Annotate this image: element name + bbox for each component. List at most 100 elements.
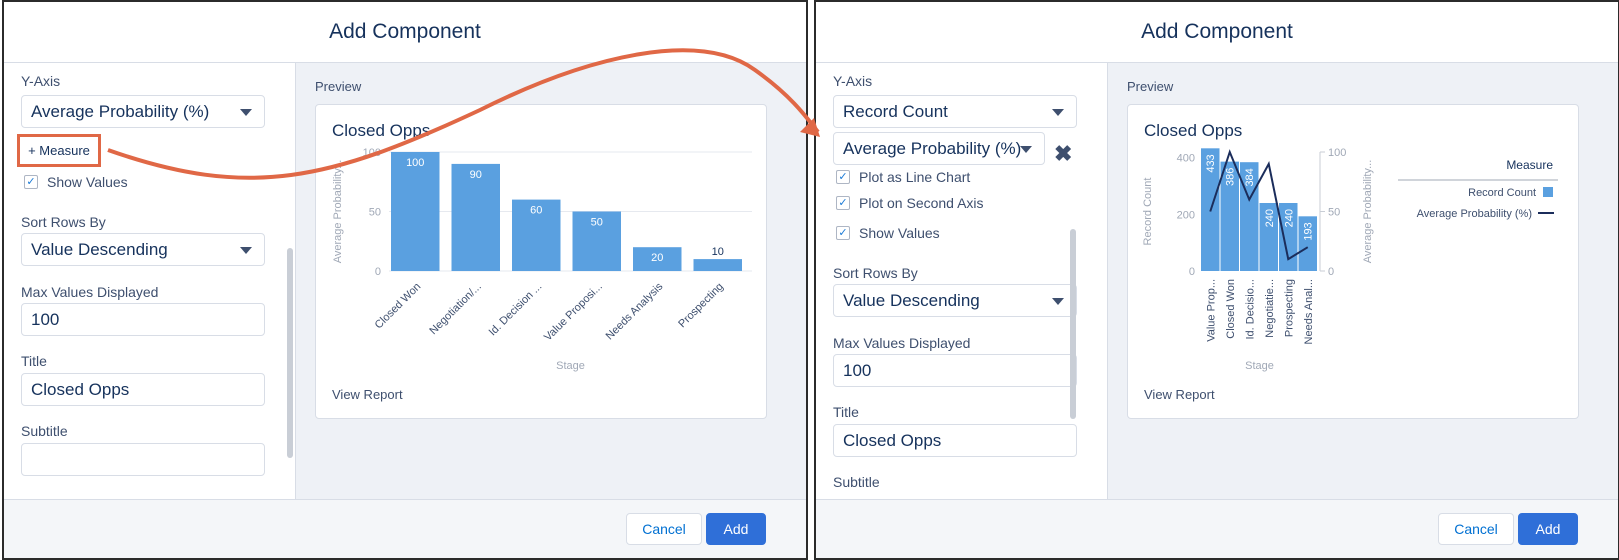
max-values-label: Max Values Displayed xyxy=(21,284,159,300)
bar-value-label: 240 xyxy=(1283,209,1295,227)
preview-card: Closed Opps 0 50 100 100 Closed Won 90 Negotia… xyxy=(315,104,767,419)
max-values-input[interactable]: 100 xyxy=(833,354,1077,387)
bar-value-label: 193 xyxy=(1303,222,1315,240)
show-values-checkbox[interactable]: ✓ Show Values xyxy=(836,225,940,241)
show-values-label: Show Values xyxy=(859,225,940,241)
bar-value-label: 10 xyxy=(712,246,724,258)
chevron-down-icon xyxy=(240,109,252,116)
dialog-title: Add Component xyxy=(816,2,1618,63)
x-tick-label: Needs Analysis xyxy=(604,280,666,342)
second-measure-value: Average Probability (%) xyxy=(843,138,1022,158)
second-measure-select[interactable]: Average Probability (%) xyxy=(833,132,1045,165)
view-report-link[interactable]: View Report xyxy=(1144,387,1215,402)
sort-rows-value: Value Descending xyxy=(31,239,168,259)
y-axis-select[interactable]: Average Probability (%) xyxy=(21,95,265,128)
bar xyxy=(391,152,440,271)
y2-axis-title: Average Probability... xyxy=(1362,160,1374,264)
y-axis-value: Average Probability (%) xyxy=(31,101,210,121)
checkbox-checked-icon: ✓ xyxy=(836,226,850,240)
y-axis-title: Average Probability... xyxy=(332,160,344,264)
bar-value-label: 386 xyxy=(1225,168,1237,186)
preview-card: Closed Opps 0 200 400 0 50 100 433 Value Prop..… xyxy=(1127,104,1579,419)
sort-rows-label: Sort Rows By xyxy=(833,265,918,281)
bar-value-label: 384 xyxy=(1244,168,1256,186)
cancel-button[interactable]: Cancel xyxy=(1438,513,1514,545)
x-tick-label: Negotiatie... xyxy=(1264,279,1276,338)
y2-tick-label: 50 xyxy=(1328,207,1340,219)
sort-rows-select[interactable]: Value Descending xyxy=(833,284,1077,317)
x-tick-label: Prospecting xyxy=(676,281,726,331)
sort-rows-label: Sort Rows By xyxy=(21,214,106,230)
settings-scrollbar[interactable] xyxy=(1070,229,1076,419)
y-axis-select[interactable]: Record Count xyxy=(833,95,1077,128)
max-values-input[interactable]: 100 xyxy=(21,303,265,336)
x-tick-label: Value Prop... xyxy=(1205,279,1217,342)
x-tick-label: Id. Decisio... xyxy=(1244,279,1256,340)
subtitle-input[interactable] xyxy=(21,443,265,476)
add-component-dialog-before: Add Component Y-Axis Average Probability… xyxy=(2,0,808,560)
x-tick-label: Id. Decision ... xyxy=(487,281,545,339)
legend-label: Record Count xyxy=(1468,187,1536,199)
dialog-body: Y-Axis Record Count Average Probability … xyxy=(816,63,1618,501)
cancel-button[interactable]: Cancel xyxy=(626,513,702,545)
legend-label: Average Probability (%) xyxy=(1417,208,1532,220)
legend-swatch-bar xyxy=(1543,187,1553,197)
x-tick-label: Value Proposi... xyxy=(542,281,605,344)
show-values-checkbox[interactable]: ✓ Show Values xyxy=(24,174,128,190)
y-axis-label: Y-Axis xyxy=(833,73,873,89)
subtitle-label: Subtitle xyxy=(833,474,880,490)
chevron-down-icon xyxy=(1052,298,1064,305)
preview-label: Preview xyxy=(315,79,362,94)
checkbox-checked-icon: ✓ xyxy=(24,175,38,189)
x-axis-title: Stage xyxy=(556,360,585,372)
chevron-down-icon xyxy=(1020,146,1032,153)
x-axis-title: Stage xyxy=(1245,360,1274,372)
y2-tick-label: 0 xyxy=(1328,266,1334,278)
y-tick-label: 0 xyxy=(1189,266,1195,278)
bar-value-label: 433 xyxy=(1205,154,1217,172)
title-input[interactable]: Closed Opps xyxy=(833,424,1077,457)
title-input[interactable]: Closed Opps xyxy=(21,373,265,406)
preview-label: Preview xyxy=(1127,79,1174,94)
settings-scrollbar[interactable] xyxy=(287,248,293,458)
preview-area: Preview Closed Opps 0 200 400 0 50 100 433 Valu… xyxy=(1107,63,1618,501)
sort-rows-select[interactable]: Value Descending xyxy=(21,233,265,266)
plot-second-axis-checkbox[interactable]: ✓ Plot on Second Axis xyxy=(836,195,984,211)
y-tick-label: 50 xyxy=(369,207,381,219)
checkbox-checked-icon: ✓ xyxy=(836,170,850,184)
bar-value-label: 60 xyxy=(530,205,542,217)
plot-line-checkbox[interactable]: ✓ Plot as Line Chart xyxy=(836,169,970,185)
add-measure-button[interactable]: + Measure xyxy=(17,134,101,167)
x-tick-label: Negotiation/... xyxy=(427,281,483,337)
x-tick-label: Prospecting xyxy=(1283,279,1295,337)
add-button[interactable]: Add xyxy=(706,513,766,545)
show-values-label: Show Values xyxy=(47,174,128,190)
y-axis-label: Y-Axis xyxy=(21,73,61,89)
bar-value-label: 100 xyxy=(406,157,424,169)
view-report-link[interactable]: View Report xyxy=(332,387,403,402)
preview-area: Preview Closed Opps 0 50 100 100 Closed Won 9… xyxy=(295,63,806,501)
y-axis-title: Record Count xyxy=(1142,178,1154,246)
x-tick-label: Closed Won xyxy=(1225,279,1237,339)
plot-line-label: Plot as Line Chart xyxy=(859,169,971,185)
sort-rows-value: Value Descending xyxy=(843,290,980,310)
legend-title: Measure xyxy=(1506,158,1553,172)
bar-value-label: 90 xyxy=(470,169,482,181)
y-axis-value: Record Count xyxy=(843,101,948,121)
add-button[interactable]: Add xyxy=(1518,513,1578,545)
remove-measure-icon[interactable]: ✖ xyxy=(1054,141,1072,167)
bar xyxy=(693,259,742,271)
dialog-footer: Cancel Add xyxy=(816,499,1618,558)
settings-panel: Y-Axis Average Probability (%) + Measure… xyxy=(4,63,304,501)
chevron-down-icon xyxy=(240,247,252,254)
dialog-footer: Cancel Add xyxy=(4,499,806,558)
add-component-dialog-after: Add Component Y-Axis Record Count Averag… xyxy=(814,0,1619,560)
y2-tick-label: 100 xyxy=(1328,147,1346,159)
y-tick-label: 100 xyxy=(363,147,381,159)
combo-chart: 0 200 400 0 50 100 433 Value Prop... 386 Closed W… xyxy=(1142,147,1558,372)
x-tick-label: Closed Won xyxy=(373,281,424,332)
subtitle-label: Subtitle xyxy=(21,423,68,439)
bar-value-label: 20 xyxy=(651,252,663,264)
y-tick-label: 200 xyxy=(1177,209,1195,221)
y-tick-label: 400 xyxy=(1177,153,1195,165)
